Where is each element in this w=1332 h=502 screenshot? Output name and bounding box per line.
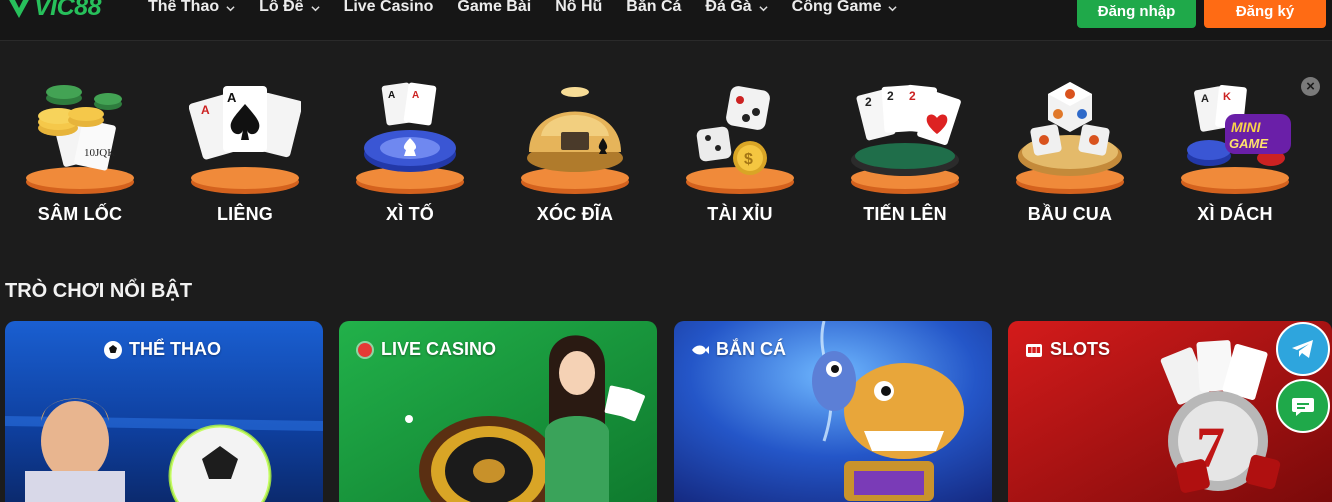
card-label-text: LIVE CASINO <box>381 339 497 359</box>
card-title: BẮN CÁ <box>690 339 786 360</box>
logo-mark-icon <box>9 0 29 18</box>
top-header: VIC88 Thể Thao Lô Đề Live Casino Game Bà… <box>0 0 1332 41</box>
svg-text:K: K <box>1223 91 1231 103</box>
telegram-button[interactable] <box>1276 322 1330 376</box>
nav-label: Game Bài <box>457 0 532 15</box>
main-nav: Thể Thao Lô Đề Live Casino Game Bài Nổ H… <box>148 0 921 16</box>
card-label-text: SLOTS <box>1050 339 1111 359</box>
nav-item-ban-ca[interactable]: Bắn Cá <box>626 0 681 16</box>
crab-dice-icon <box>1016 82 1124 194</box>
featured-card-the-thao[interactable]: THỂ THAO <box>5 321 323 502</box>
nav-label: Thể Thao <box>148 0 220 15</box>
svg-text:A: A <box>412 90 419 101</box>
nav-item-the-thao[interactable]: Thể Thao <box>148 0 235 16</box>
game-xoc-dia[interactable]: XÓC ĐĨA <box>505 78 645 228</box>
card-title: SLOTS <box>1024 339 1110 360</box>
svg-text:2: 2 <box>909 89 916 103</box>
nav-item-live-casino[interactable]: Live Casino <box>344 0 434 16</box>
nav-item-no-hu[interactable]: Nổ Hũ <box>555 0 602 16</box>
nav-label: Live Casino <box>343 0 434 15</box>
svg-text:A: A <box>1201 93 1209 105</box>
game-lieng[interactable]: A A LIÊNG <box>175 78 315 228</box>
svg-text:10JQK: 10JQK <box>84 147 115 159</box>
dice-coin-icon: $ <box>686 86 794 194</box>
login-button[interactable]: Đăng nhập <box>1077 0 1196 28</box>
mini-badge-line1: MINI <box>1231 119 1262 135</box>
game-label: XÌ TỐ <box>385 204 434 224</box>
mini-game-icon: A K MINI GAME <box>1181 84 1291 194</box>
logo-text: VIC88 <box>34 0 101 21</box>
register-button[interactable]: Đăng ký <box>1204 0 1326 28</box>
telegram-icon <box>1292 340 1313 358</box>
game-sam-loc[interactable]: 10JQK SÂM LỐC <box>10 78 150 228</box>
game-xi-to[interactable]: A A XÌ TỐ <box>340 78 480 228</box>
slot-machine-icon <box>1026 343 1042 357</box>
card-title: THỂ THAO <box>103 339 221 360</box>
nav-item-game-bai[interactable]: Game Bài <box>457 0 531 16</box>
nav-label: Bắn Cá <box>626 0 682 15</box>
bowl-plate-icon <box>521 87 629 194</box>
chevron-down-icon <box>759 5 768 11</box>
playing-cards-table-icon: 2 2 2 <box>851 84 961 194</box>
nav-label: Đá Gà <box>705 0 752 15</box>
nav-label: Lô Đề <box>259 0 304 15</box>
live-dot-icon <box>356 340 374 359</box>
chat-button[interactable] <box>1276 379 1330 433</box>
nav-label: Cổng Game <box>791 0 882 15</box>
svg-text:A: A <box>201 103 210 117</box>
featured-card-ban-ca[interactable]: BẮN CÁ <box>674 321 992 502</box>
chevron-down-icon <box>310 5 320 11</box>
svg-text:$: $ <box>744 151 753 168</box>
svg-text:2: 2 <box>887 89 894 103</box>
game-bau-cua[interactable]: BẦU CUA <box>1000 78 1140 228</box>
game-label: TÀI XỈU <box>707 204 773 224</box>
brand-logo[interactable]: VIC88 <box>6 0 101 23</box>
game-category-row: 10JQK SÂM LỐC A A LIÊNG A A XÌ TỐ XÓC ĐĨ… <box>0 78 1332 228</box>
featured-card-live-casino[interactable]: LIVE CASINO <box>339 321 657 502</box>
game-label: XÓC ĐĨA <box>536 204 614 224</box>
chevron-down-icon <box>226 5 235 11</box>
nav-label: Nổ Hũ <box>555 0 603 15</box>
chevron-down-icon <box>888 5 898 11</box>
game-tai-xiu[interactable]: $ TÀI XỈU <box>670 78 810 228</box>
close-icon[interactable]: × <box>1301 77 1320 96</box>
game-label: XÌ DÁCH <box>1197 204 1273 224</box>
game-label: TIẾN LÊN <box>863 204 947 224</box>
game-xi-dach[interactable]: A K MINI GAME XÌ DÁCH <box>1165 78 1305 228</box>
chips-cards-icon: 10JQK <box>26 85 134 194</box>
poker-chip-icon: A A <box>356 82 464 194</box>
nav-item-da-ga[interactable]: Đá Gà <box>705 0 768 16</box>
game-label: BẦU CUA <box>1027 204 1113 224</box>
nav-item-lo-de[interactable]: Lô Đề <box>259 0 320 16</box>
card-label-text: THỂ THAO <box>129 339 221 359</box>
card-label-text: BẮN CÁ <box>716 339 786 359</box>
soccer-ball-icon <box>104 340 122 359</box>
spade-cards-icon: A A <box>189 86 301 194</box>
nav-item-cong-game[interactable]: Cổng Game <box>792 0 898 16</box>
svg-text:A: A <box>388 90 395 101</box>
svg-text:2: 2 <box>865 95 872 109</box>
card-title: LIVE CASINO <box>355 339 496 360</box>
mini-badge-line2: GAME <box>1229 136 1268 151</box>
game-tien-len[interactable]: 2 2 2 TIẾN LÊN <box>835 78 975 228</box>
chat-icon <box>1292 398 1314 416</box>
svg-text:A: A <box>227 90 237 105</box>
featured-section-title: TRÒ CHƠI NỔI BẬT <box>5 280 193 302</box>
fish-icon <box>692 345 709 354</box>
game-label: SÂM LỐC <box>37 204 123 224</box>
game-label: LIÊNG <box>216 204 273 224</box>
